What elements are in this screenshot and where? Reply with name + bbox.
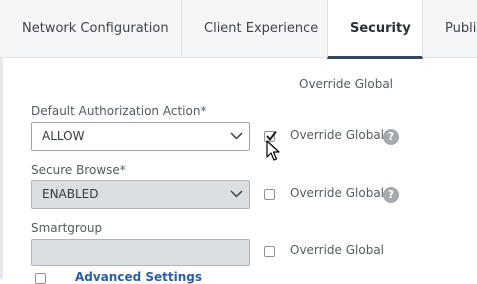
tab-published[interactable]: Publis <box>423 0 477 58</box>
smartgroup-label: Smartgroup <box>31 221 103 235</box>
override-column-header: Override Global <box>299 77 394 91</box>
tab-bar: Network Configuration Client Experience … <box>0 0 477 59</box>
chevron-down-icon <box>230 132 243 140</box>
tab-network-configuration[interactable]: Network Configuration <box>0 0 182 58</box>
secure-browse-override-label: Override Global <box>290 186 385 200</box>
mouse-cursor-icon <box>266 140 280 161</box>
secure-browse-select[interactable]: ENABLED <box>31 180 250 209</box>
smartgroup-override-checkbox[interactable] <box>264 246 275 257</box>
advanced-settings-link[interactable]: Advanced Settings <box>75 270 202 284</box>
tab-security[interactable]: Security <box>327 0 423 59</box>
default-authorization-action-label: Default Authorization Action* <box>31 104 207 118</box>
help-icon[interactable]: ? <box>383 187 399 203</box>
tab-client-experience[interactable]: Client Experience <box>182 0 328 58</box>
help-icon[interactable]: ? <box>383 129 399 145</box>
default-authorization-action-value: ALLOW <box>42 129 85 143</box>
left-edge <box>0 58 3 279</box>
secure-browse-value: ENABLED <box>42 187 99 201</box>
smartgroup-override-label: Override Global <box>290 243 385 257</box>
secure-browse-override-checkbox[interactable] <box>264 189 275 200</box>
default-authorization-action-select[interactable]: ALLOW <box>31 122 250 151</box>
default-authorization-override-label: Override Global <box>290 128 385 142</box>
chevron-down-icon <box>230 190 243 198</box>
smartgroup-input[interactable] <box>31 239 250 266</box>
secure-browse-label: Secure Browse* <box>31 163 126 177</box>
